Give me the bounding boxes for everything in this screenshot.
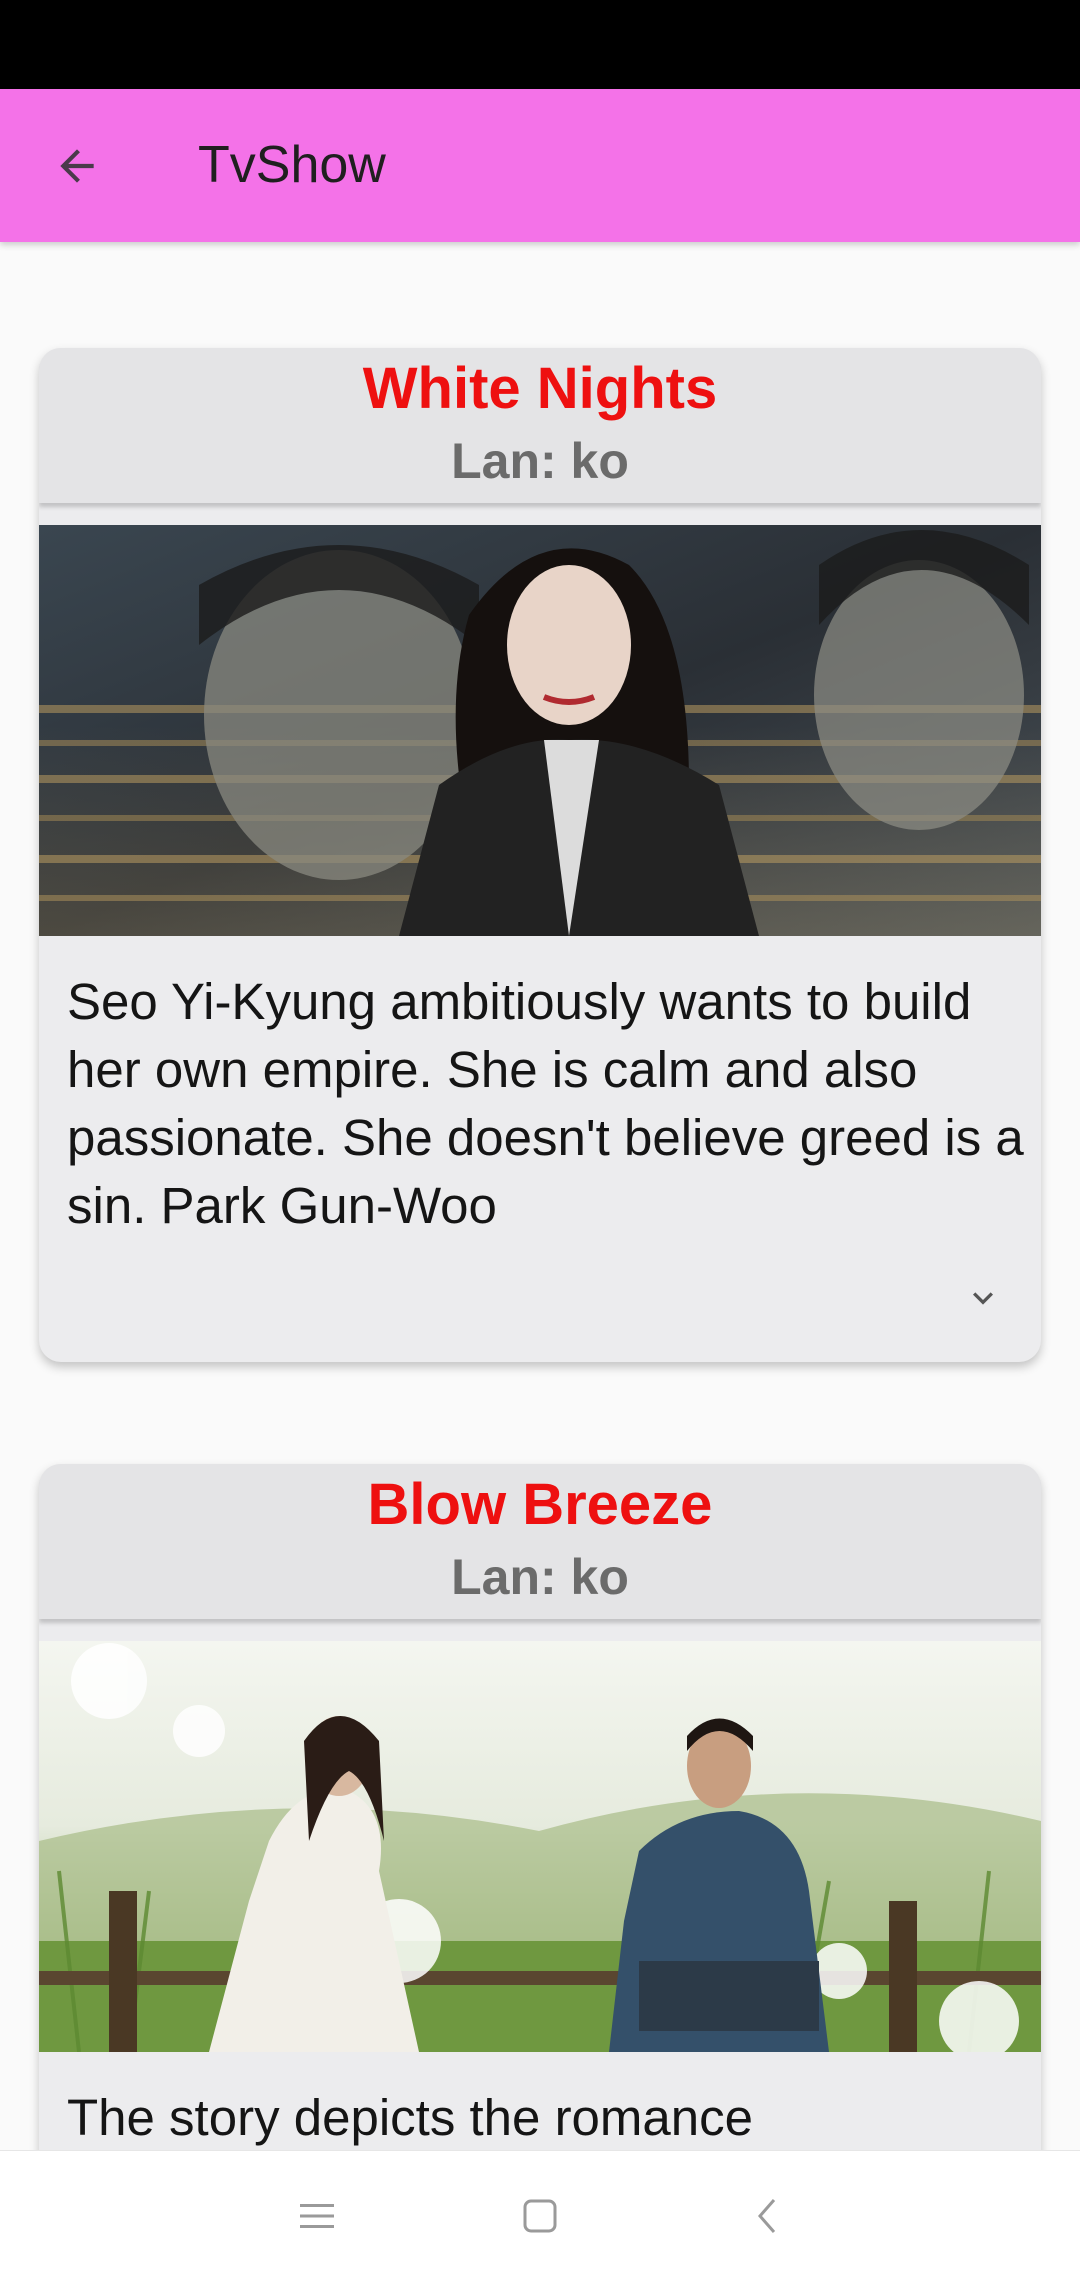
chevron-down-icon xyxy=(973,1292,993,1305)
poster-image xyxy=(39,1641,1041,2052)
show-language: Lan: ko xyxy=(451,433,629,489)
show-language: Lan: ko xyxy=(451,1549,629,1605)
show-poster[interactable] xyxy=(39,525,1041,936)
show-poster[interactable] xyxy=(39,1641,1041,2052)
card-header: White Nights Lan: ko xyxy=(39,348,1041,503)
show-list[interactable]: White Nights Lan: ko Seo Yi-Kyung ambiti… xyxy=(0,242,1080,2150)
page-title: TvShow xyxy=(198,136,386,194)
show-title: Blow Breeze xyxy=(367,1472,713,1537)
show-card[interactable]: Blow Breeze Lan: ko The story depicts th… xyxy=(39,1464,1041,2150)
app-bar: TvShow xyxy=(0,89,1080,242)
back-chevron-icon xyxy=(758,2199,776,2233)
home-square-icon xyxy=(523,2199,557,2233)
arrow-back-icon xyxy=(60,149,94,183)
menu-button[interactable] xyxy=(282,2181,352,2251)
system-back-button[interactable] xyxy=(732,2181,802,2251)
system-navigation-bar xyxy=(0,2150,1080,2280)
menu-icon xyxy=(300,2204,334,2228)
show-title: White Nights xyxy=(362,356,718,421)
show-card[interactable]: White Nights Lan: ko Seo Yi-Kyung ambiti… xyxy=(39,348,1041,1362)
back-button[interactable] xyxy=(34,123,120,209)
show-description: The story depicts the romance xyxy=(67,2089,753,2146)
poster-image xyxy=(39,525,1041,936)
home-button[interactable] xyxy=(505,2181,575,2251)
card-header: Blow Breeze Lan: ko xyxy=(39,1464,1041,1619)
expand-button[interactable] xyxy=(953,1268,1013,1328)
show-description: Seo Yi-Kyung ambitiously wants to build … xyxy=(67,973,1024,1234)
status-bar xyxy=(0,0,1080,89)
